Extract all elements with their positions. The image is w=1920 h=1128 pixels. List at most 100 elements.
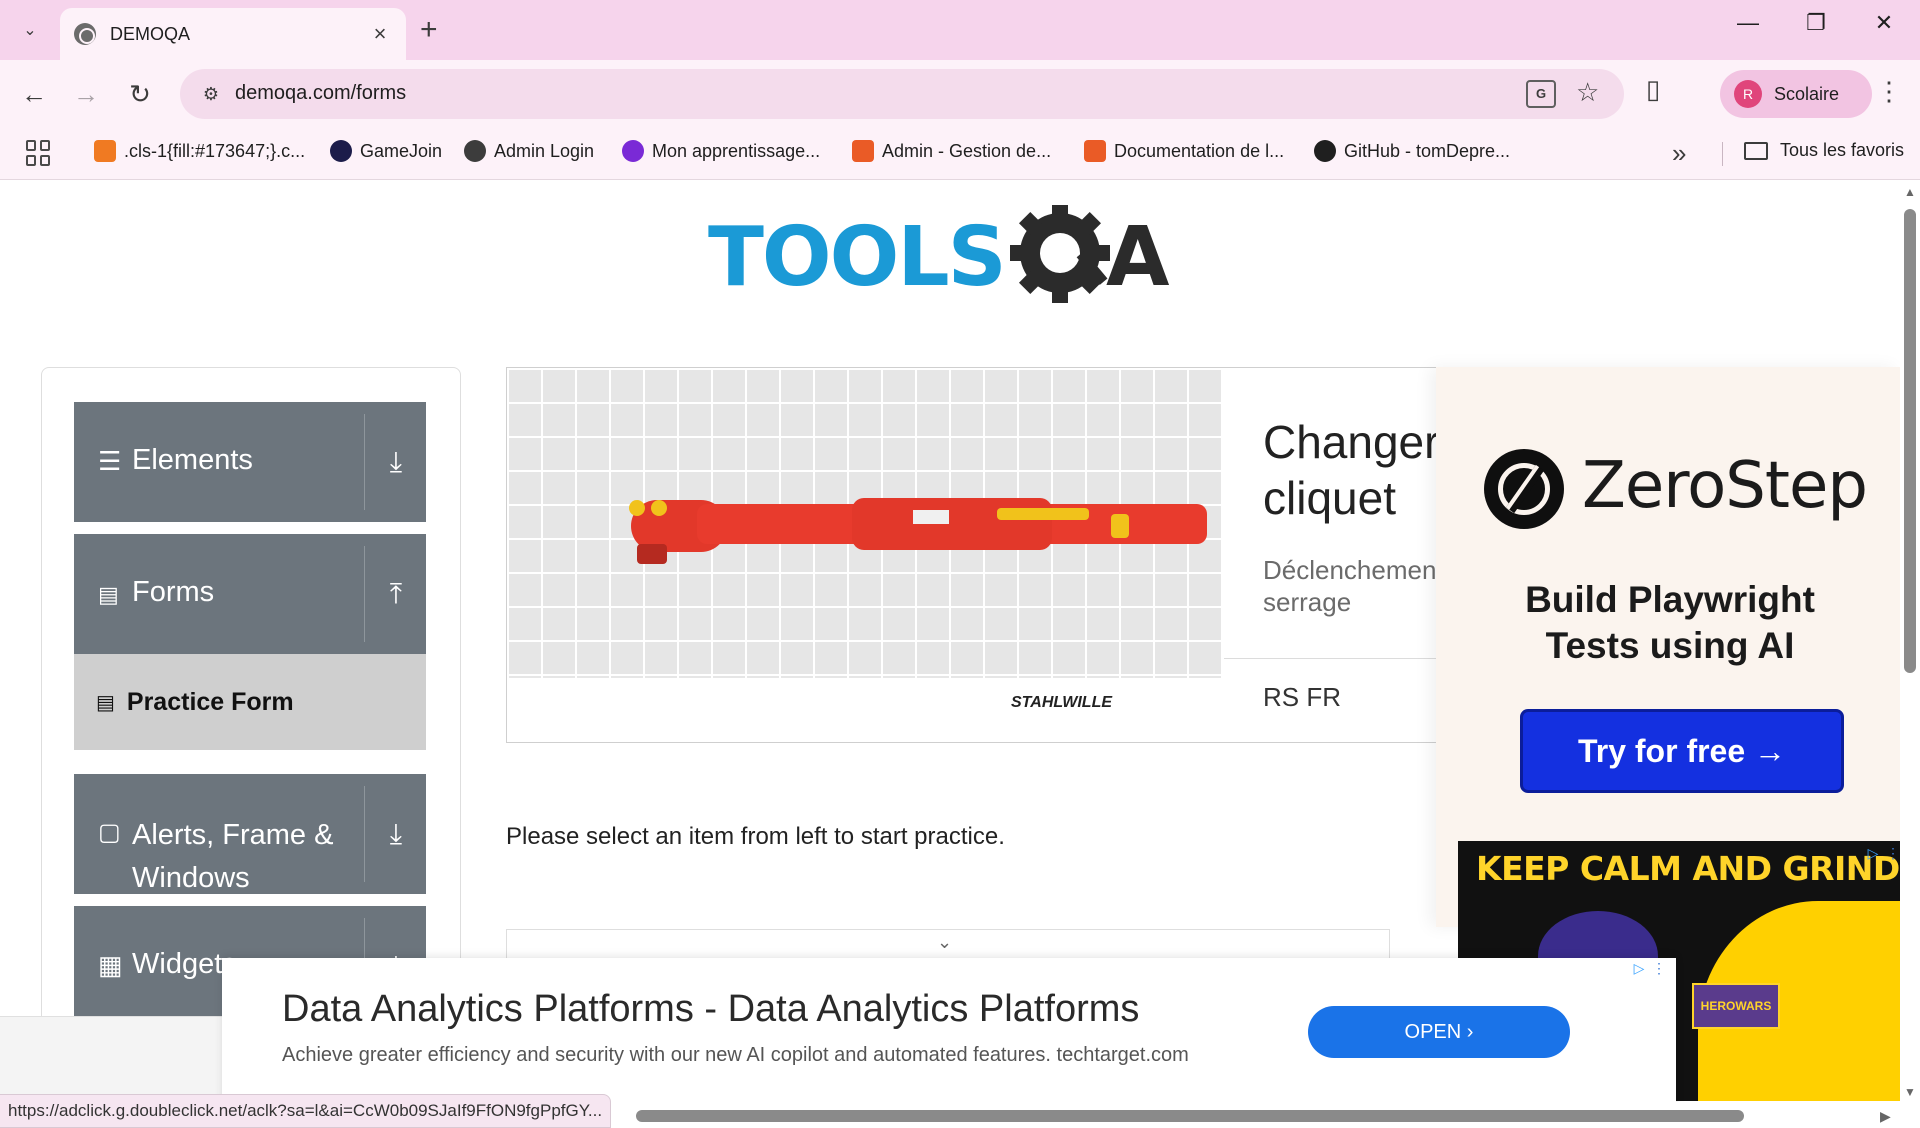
upload-arrow-icon[interactable]: ⤒ [376, 578, 416, 611]
translate-icon[interactable]: G [1526, 80, 1556, 108]
divider [364, 414, 365, 510]
scroll-down-icon[interactable]: ▼ [1904, 1085, 1916, 1099]
chevron-right-icon: › [1466, 1021, 1474, 1043]
bookmark-item[interactable]: GitHub - tomDepre... [1314, 140, 1510, 162]
tab-demoqa[interactable]: DEMOQA × [60, 8, 406, 60]
profile-name: Scolaire [1774, 83, 1840, 104]
sidebar-item-practice-form[interactable]: ▤ Practice Form [74, 654, 426, 750]
hero-wars-badge: HEROWARS [1692, 983, 1780, 1029]
page-footer-band [0, 1016, 222, 1102]
ad-menu-icon[interactable]: ⋮ [1882, 845, 1900, 863]
more-bookmarks-icon[interactable]: » [1672, 138, 1686, 169]
try-for-free-button[interactable]: Try for free → [1520, 709, 1844, 793]
chevron-down-icon: ⌄ [23, 22, 37, 39]
back-button[interactable]: ← [16, 76, 52, 112]
minimize-button[interactable]: — [1728, 10, 1768, 36]
game-ad-headline: KEEP CALM AND GRIND ON [1476, 849, 1900, 888]
bookmark-favicon-icon [1084, 140, 1106, 162]
logo-text-a: A [1106, 210, 1170, 305]
globe-icon [74, 23, 96, 45]
close-window-button[interactable]: ✕ [1864, 10, 1904, 36]
bookmark-item[interactable]: .cls-1{fill:#173647;}.c... [94, 140, 305, 162]
adchoices-icon[interactable]: ▷ [1862, 845, 1884, 863]
scroll-thumb[interactable] [1904, 209, 1916, 673]
ad-brand: RS FR [1263, 682, 1341, 712]
apps-grid-icon[interactable] [26, 140, 52, 166]
url-text[interactable]: demoqa.com/forms [235, 82, 406, 105]
site-info-icon[interactable]: ⚙ [198, 81, 224, 107]
address-bar[interactable]: ⚙ demoqa.com/forms G ☆ [180, 69, 1624, 119]
group-label: Forms [132, 576, 215, 608]
zerostep-brand: ZeroStep [1582, 449, 1868, 523]
scroll-up-icon[interactable]: ▲ [1904, 185, 1916, 199]
arrow-right-icon: → [73, 78, 99, 109]
bookmark-item[interactable]: GameJoin [330, 140, 442, 162]
hamburger-icon: ☰ [98, 446, 122, 476]
new-tab-button[interactable]: + [420, 14, 438, 46]
image-footer [507, 678, 1223, 742]
ad-menu-icon[interactable]: ⋮ [1648, 960, 1670, 978]
all-bookmarks-button[interactable]: Tous les favoris [1744, 140, 1904, 161]
bookmark-favicon-icon [94, 140, 116, 162]
extensions-icon[interactable]: ▯ [1646, 74, 1660, 105]
bookmark-item[interactable]: Mon apprentissage... [622, 140, 820, 162]
bookmark-item[interactable]: Admin - Gestion de... [852, 140, 1051, 162]
divider [1722, 142, 1723, 166]
widgets-icon: ▦ [98, 950, 123, 980]
tab-title: DEMOQA [110, 23, 191, 44]
toolsqa-logo[interactable]: TOOLS A [708, 205, 1198, 305]
reload-icon: ↻ [129, 78, 151, 109]
scroll-thumb[interactable] [636, 1110, 1744, 1122]
bookmark-item[interactable]: Documentation de l... [1084, 140, 1284, 162]
arrow-left-icon: ← [21, 78, 47, 109]
download-arrow-icon[interactable]: ⤓ [376, 446, 416, 479]
divider [364, 546, 365, 642]
zerostep-tagline: Build Playwright Tests using AI [1525, 579, 1815, 666]
zerostep-logo-icon [1484, 449, 1564, 529]
product-image: STAHLWILLE [507, 368, 1223, 742]
profile-button[interactable]: R Scolaire [1720, 70, 1872, 118]
tab-search-button[interactable]: ⌄ [12, 12, 48, 48]
title-bar: ⌄ DEMOQA × + — ❐ ✕ [0, 0, 1920, 60]
gear-icon [1010, 205, 1110, 303]
vertical-scrollbar[interactable]: ▲ ▼ [1900, 181, 1920, 1101]
divider [364, 786, 365, 882]
banner-ad[interactable]: STAHLWILLE Changer cliquet Déclenchemen … [506, 367, 1478, 743]
torque-wrench-image [629, 498, 1207, 564]
status-bar-url: https://adclick.g.doubleclick.net/aclk?s… [0, 1094, 612, 1128]
chevron-down-icon[interactable]: ⌄ [937, 932, 952, 953]
github-icon [1314, 140, 1336, 162]
group-label: Alerts, Frame & Windows [132, 819, 334, 894]
practice-prompt: Please select an item from left to start… [506, 823, 1005, 850]
bottom-ad-description: Achieve greater efficiency and security … [282, 1044, 1189, 1066]
form-icon: ▤ [96, 691, 115, 714]
globe-icon [464, 140, 486, 162]
folder-icon [1744, 141, 1768, 160]
bookmark-favicon-icon [330, 140, 352, 162]
avatar: R [1734, 80, 1762, 108]
bookmarks-bar: .cls-1{fill:#173647;}.c... GameJoin Admi… [0, 128, 1920, 180]
image-brand-text: STAHLWILLE [1011, 694, 1113, 711]
sidebar-group-elements[interactable]: ☰ Elements ⤓ [74, 402, 426, 522]
bookmark-favicon-icon [622, 140, 644, 162]
window-icon: ▢ [98, 819, 121, 846]
close-icon[interactable]: × [368, 21, 392, 47]
logo-text-tools: TOOLS [708, 210, 1005, 305]
restore-button[interactable]: ❐ [1796, 10, 1836, 36]
sidebar-group-alerts[interactable]: ▢ Alerts, Frame & Windows ⤓ [74, 774, 426, 894]
navigation-toolbar: ← → ↻ ⚙ demoqa.com/forms G ☆ [0, 60, 1920, 128]
kebab-menu-icon[interactable]: ⋮ [1876, 76, 1902, 107]
document-icon: ▤ [98, 582, 119, 607]
reload-button[interactable]: ↻ [122, 76, 158, 112]
open-button[interactable]: OPEN › [1308, 1006, 1570, 1058]
bottom-ad-title[interactable]: Data Analytics Platforms - Data Analytic… [282, 988, 1139, 1031]
forward-button[interactable]: → [68, 76, 104, 112]
sidebar-item-label: Practice Form [126, 687, 294, 716]
bookmark-item[interactable]: Admin Login [464, 140, 594, 162]
sidebar-group-forms[interactable]: ▤ Forms ⤒ [74, 534, 426, 654]
bookmark-star-icon[interactable]: ☆ [1576, 77, 1599, 108]
adchoices-icon[interactable]: ▷ [1628, 960, 1650, 978]
download-arrow-icon[interactable]: ⤓ [376, 818, 416, 851]
group-label: Elements [132, 444, 253, 476]
scroll-right-icon[interactable]: ▶ [1880, 1108, 1891, 1125]
